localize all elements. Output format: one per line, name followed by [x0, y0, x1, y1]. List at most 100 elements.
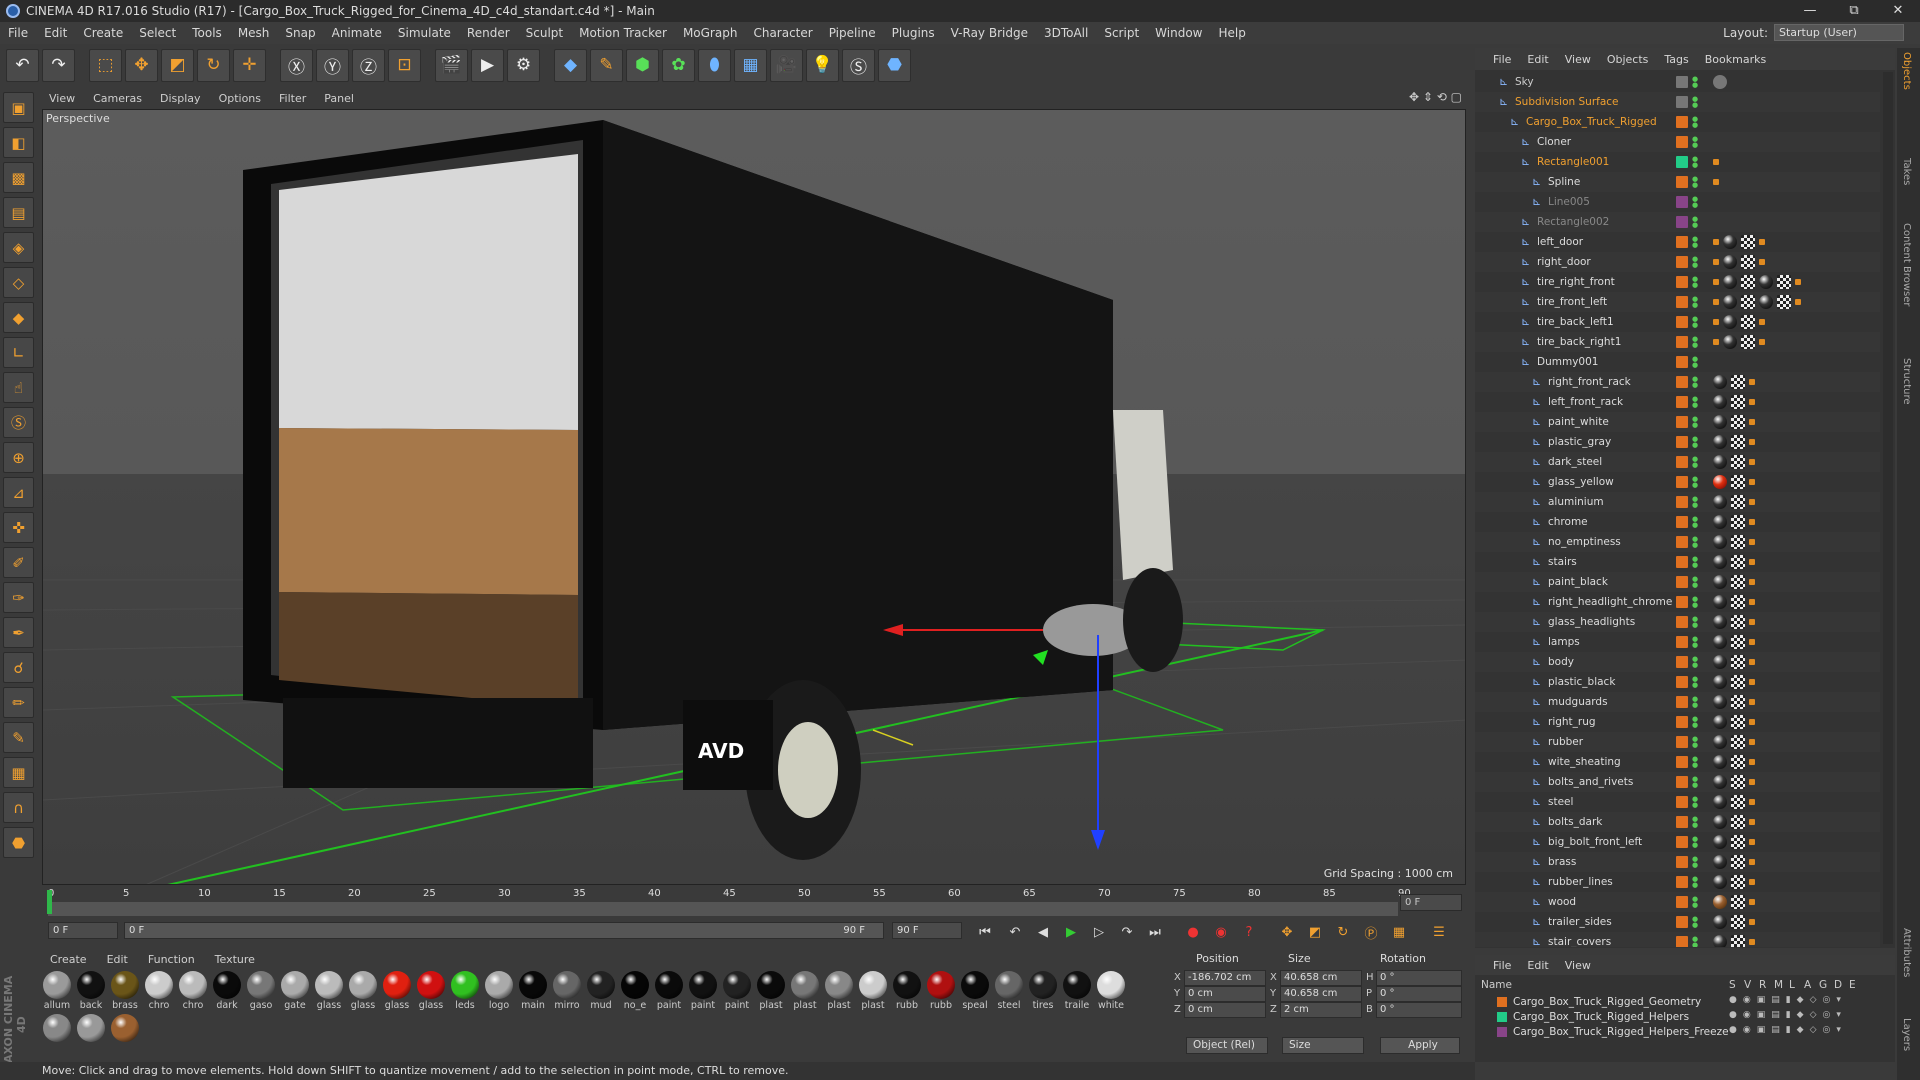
texture-tag-icon[interactable]	[1731, 695, 1745, 709]
plugin-s-icon[interactable]: Ⓢ	[842, 48, 875, 82]
visibility-dots-icon[interactable]: ● ●	[1692, 816, 1699, 829]
maximize-button[interactable]: ⧉	[1832, 0, 1876, 22]
quantize-icon[interactable]: ✜	[3, 512, 34, 543]
preview-range-slider[interactable]: 0 F 90 F	[124, 922, 884, 939]
object-row[interactable]: ⊾ brass ● ●	[1475, 852, 1880, 872]
object-row[interactable]: ⊾ Rectangle002 ● ●	[1475, 212, 1880, 232]
material-swatch[interactable]	[108, 1014, 142, 1043]
object-row[interactable]: ⊾ glass_yellow ● ●	[1475, 472, 1880, 492]
viewport-menu-options[interactable]: Options	[210, 92, 270, 105]
object-menu-bookmarks[interactable]: Bookmarks	[1697, 53, 1774, 66]
material-tag-icon[interactable]	[1713, 855, 1727, 869]
sky-tag-icon[interactable]	[1713, 75, 1727, 89]
layer-color-swatch[interactable]	[1676, 776, 1688, 788]
menu-help[interactable]: Help	[1210, 26, 1253, 40]
layer-color-swatch[interactable]	[1676, 416, 1688, 428]
phong-tag-icon[interactable]	[1749, 719, 1755, 725]
material-tag-icon[interactable]	[1713, 775, 1727, 789]
visibility-dots-icon[interactable]: ● ●	[1692, 76, 1699, 89]
visibility-dots-icon[interactable]: ● ●	[1692, 836, 1699, 849]
object-row[interactable]: ⊾ Sky ● ●	[1475, 72, 1880, 92]
object-row[interactable]: ⊾ Rectangle001 ● ●	[1475, 152, 1880, 172]
visibility-dots-icon[interactable]: ● ●	[1692, 636, 1699, 649]
cloner-icon[interactable]: ✿	[662, 48, 695, 82]
sculpt-brush-icon[interactable]: ✐	[3, 547, 34, 578]
object-row[interactable]: ⊾ stairs ● ●	[1475, 552, 1880, 572]
coordinate-system-icon[interactable]: ⊡	[388, 48, 421, 82]
visibility-dots-icon[interactable]: ● ●	[1692, 236, 1699, 249]
visibility-dots-icon[interactable]: ● ●	[1692, 116, 1699, 129]
layer-row[interactable]: Cargo_Box_Truck_Rigged_Helpers ●◉▣▤▮◆◇◎▾	[1475, 1010, 1885, 1025]
object-name[interactable]: right_door	[1537, 256, 1591, 268]
layer-color-swatch[interactable]	[1676, 96, 1688, 108]
object-name[interactable]: brass	[1548, 856, 1576, 868]
material-swatch[interactable]: paint	[720, 971, 754, 1011]
texture-tag-icon[interactable]	[1731, 715, 1745, 729]
material-tag-icon[interactable]	[1759, 275, 1773, 289]
layer-color-swatch[interactable]	[1676, 616, 1688, 628]
texture-tag-icon[interactable]	[1731, 735, 1745, 749]
material-menu-create[interactable]: Create	[40, 953, 97, 966]
object-name[interactable]: wood	[1548, 896, 1576, 908]
visibility-dots-icon[interactable]: ● ●	[1692, 196, 1699, 209]
texture-tag-icon[interactable]	[1731, 935, 1745, 947]
rotation-h-field[interactable]: 0 °	[1376, 970, 1462, 986]
material-swatch[interactable]: plast	[822, 971, 856, 1011]
viewport-menu-panel[interactable]: Panel	[315, 92, 363, 105]
texture-tag-icon[interactable]	[1731, 875, 1745, 889]
solo-icon[interactable]: Ⓢ	[3, 407, 34, 438]
layer-color-swatch[interactable]	[1676, 196, 1688, 208]
visibility-dots-icon[interactable]: ● ●	[1692, 396, 1699, 409]
layer-color-swatch[interactable]	[1676, 236, 1688, 248]
object-name[interactable]: paint_white	[1548, 416, 1609, 428]
menu-snap[interactable]: Snap	[277, 26, 323, 40]
material-tag-icon[interactable]	[1713, 695, 1727, 709]
object-row[interactable]: ⊾ steel ● ●	[1475, 792, 1880, 812]
phong-tag-icon[interactable]	[1795, 279, 1801, 285]
object-row[interactable]: ⊾ wite_sheating ● ●	[1475, 752, 1880, 772]
phong-tag-icon[interactable]	[1749, 699, 1755, 705]
material-swatch[interactable]: rubb	[890, 971, 924, 1011]
layer-row[interactable]: Cargo_Box_Truck_Rigged_Geometry ●◉▣▤▮◆◇◎▾	[1475, 995, 1885, 1010]
texture-tag-icon[interactable]	[1731, 495, 1745, 509]
material-tag-icon[interactable]	[1713, 415, 1727, 429]
layer-color-swatch[interactable]	[1676, 936, 1688, 947]
visibility-dots-icon[interactable]: ● ●	[1692, 916, 1699, 929]
size-x-field[interactable]: 40.658 cm	[1280, 970, 1362, 986]
material-tag-icon[interactable]	[1723, 235, 1737, 249]
object-name[interactable]: left_front_rack	[1548, 396, 1623, 408]
material-tag-icon[interactable]	[1713, 595, 1727, 609]
phong-tag-icon[interactable]	[1749, 559, 1755, 565]
visibility-dots-icon[interactable]: ● ●	[1692, 356, 1699, 369]
record-active-icon[interactable]: ●	[1182, 921, 1204, 943]
visibility-dots-icon[interactable]: ● ●	[1692, 796, 1699, 809]
texture-tag-icon[interactable]	[1731, 895, 1745, 909]
floor-object-icon[interactable]: ▦	[734, 48, 767, 82]
material-swatch[interactable]: main	[516, 971, 550, 1011]
texture-tag-icon[interactable]	[1777, 275, 1791, 289]
material-tag-icon[interactable]	[1713, 615, 1727, 629]
go-to-start-icon[interactable]: ⏮	[974, 921, 996, 943]
object-row[interactable]: ⊾ plastic_black ● ●	[1475, 672, 1880, 692]
layer-color-swatch[interactable]	[1676, 256, 1688, 268]
visibility-dots-icon[interactable]: ● ●	[1692, 496, 1699, 509]
layer-color-swatch[interactable]	[1676, 696, 1688, 708]
material-swatch[interactable]: back	[74, 971, 108, 1011]
material-tag-icon[interactable]	[1713, 515, 1727, 529]
object-row[interactable]: ⊾ glass_headlights ● ●	[1475, 612, 1880, 632]
phong-tag-icon[interactable]	[1749, 879, 1755, 885]
apply-button[interactable]: Apply	[1380, 1037, 1460, 1054]
object-name[interactable]: steel	[1548, 796, 1573, 808]
deformer-icon[interactable]: ⬮	[698, 48, 731, 82]
object-row[interactable]: ⊾ dark_steel ● ●	[1475, 452, 1880, 472]
material-swatch[interactable]: leds	[448, 971, 482, 1011]
phong-tag-icon[interactable]	[1749, 639, 1755, 645]
layer-color-swatch[interactable]	[1676, 576, 1688, 588]
layer-color-swatch[interactable]	[1676, 476, 1688, 488]
object-name[interactable]: Rectangle002	[1537, 216, 1609, 228]
layer-color-swatch[interactable]	[1497, 1012, 1507, 1022]
object-row[interactable]: ⊾ trailer_sides ● ●	[1475, 912, 1880, 932]
object-name[interactable]: dark_steel	[1548, 456, 1602, 468]
timeline-end-frame[interactable]: 0 F	[1400, 894, 1462, 911]
gizmo-z-arrow-icon[interactable]	[1091, 830, 1105, 850]
